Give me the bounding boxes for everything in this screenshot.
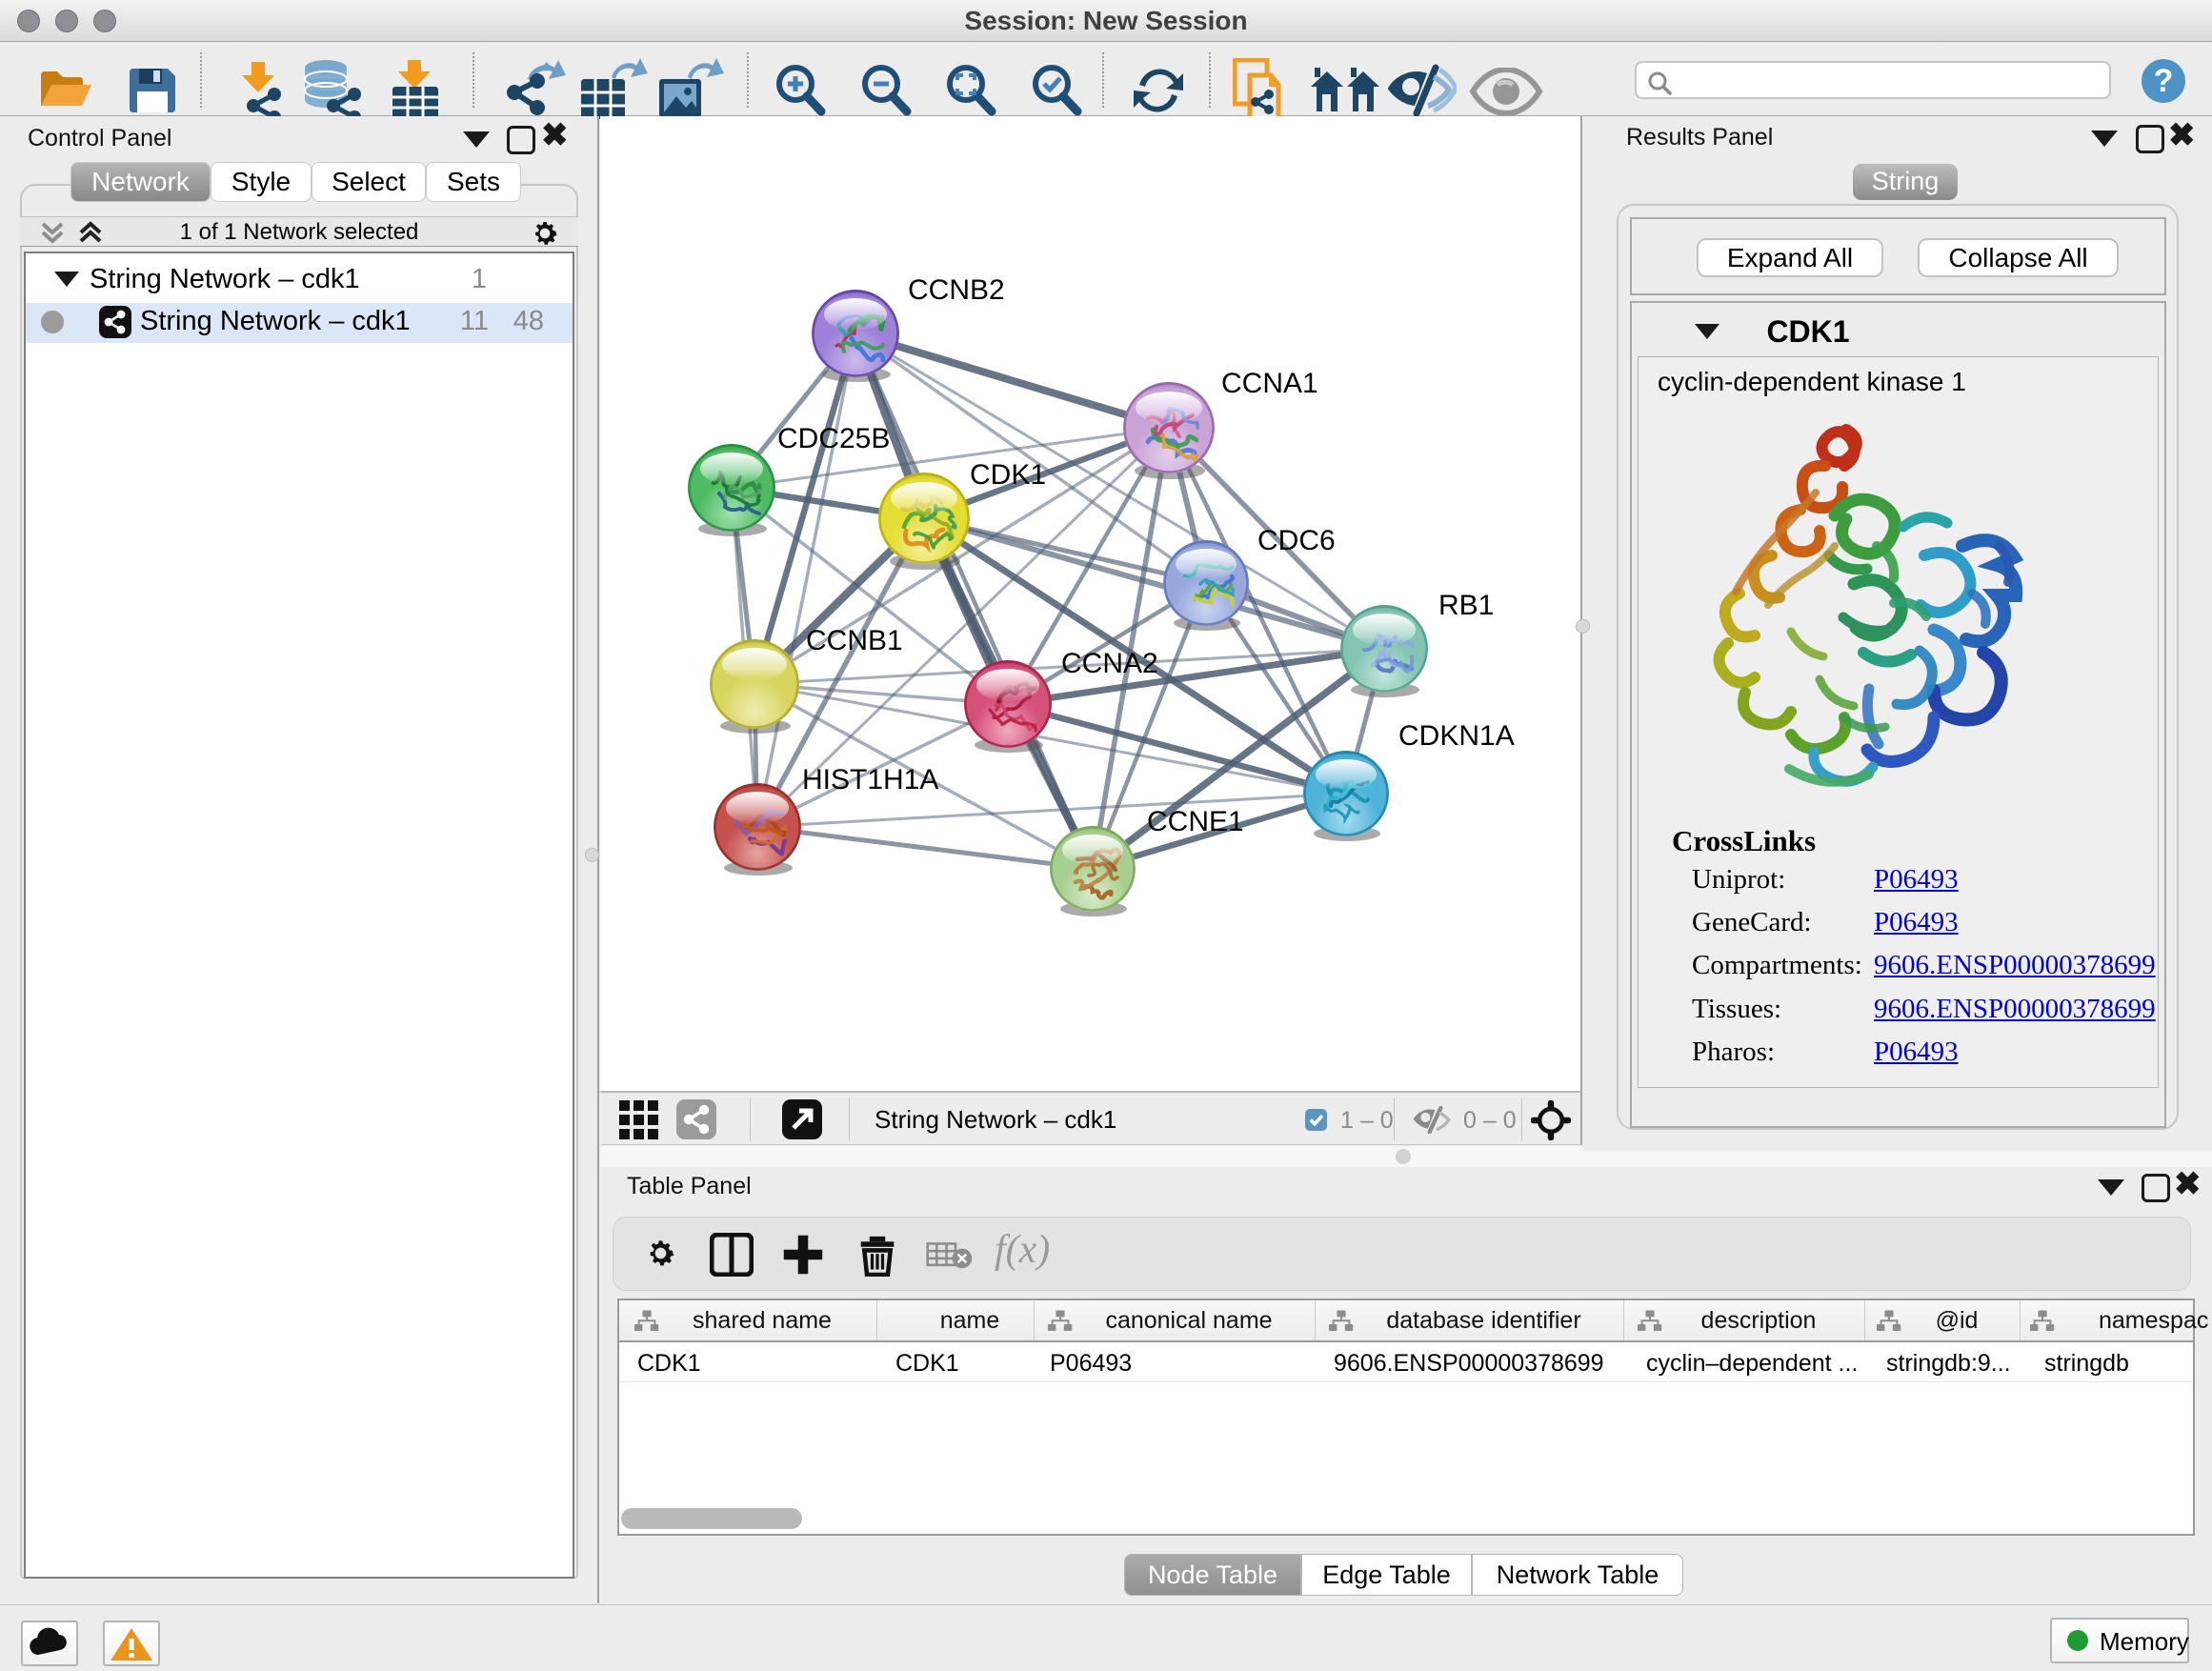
svg-text:CCNB2: CCNB2 [908, 274, 1005, 306]
svg-text:CDKN1A: CDKN1A [1398, 720, 1515, 752]
svg-text:CDC6: CDC6 [1257, 525, 1336, 556]
svg-text:CCNE1: CCNE1 [1147, 806, 1244, 837]
svg-text:CCNA2: CCNA2 [1061, 648, 1158, 679]
svg-text:CCNA1: CCNA1 [1221, 368, 1318, 399]
svg-text:CCNB1: CCNB1 [806, 625, 903, 656]
svg-text:RB1: RB1 [1438, 590, 1494, 621]
svg-text:CDK1: CDK1 [970, 459, 1046, 491]
svg-text:CDC25B: CDC25B [777, 423, 890, 454]
svg-text:HIST1H1A: HIST1H1A [802, 764, 938, 795]
